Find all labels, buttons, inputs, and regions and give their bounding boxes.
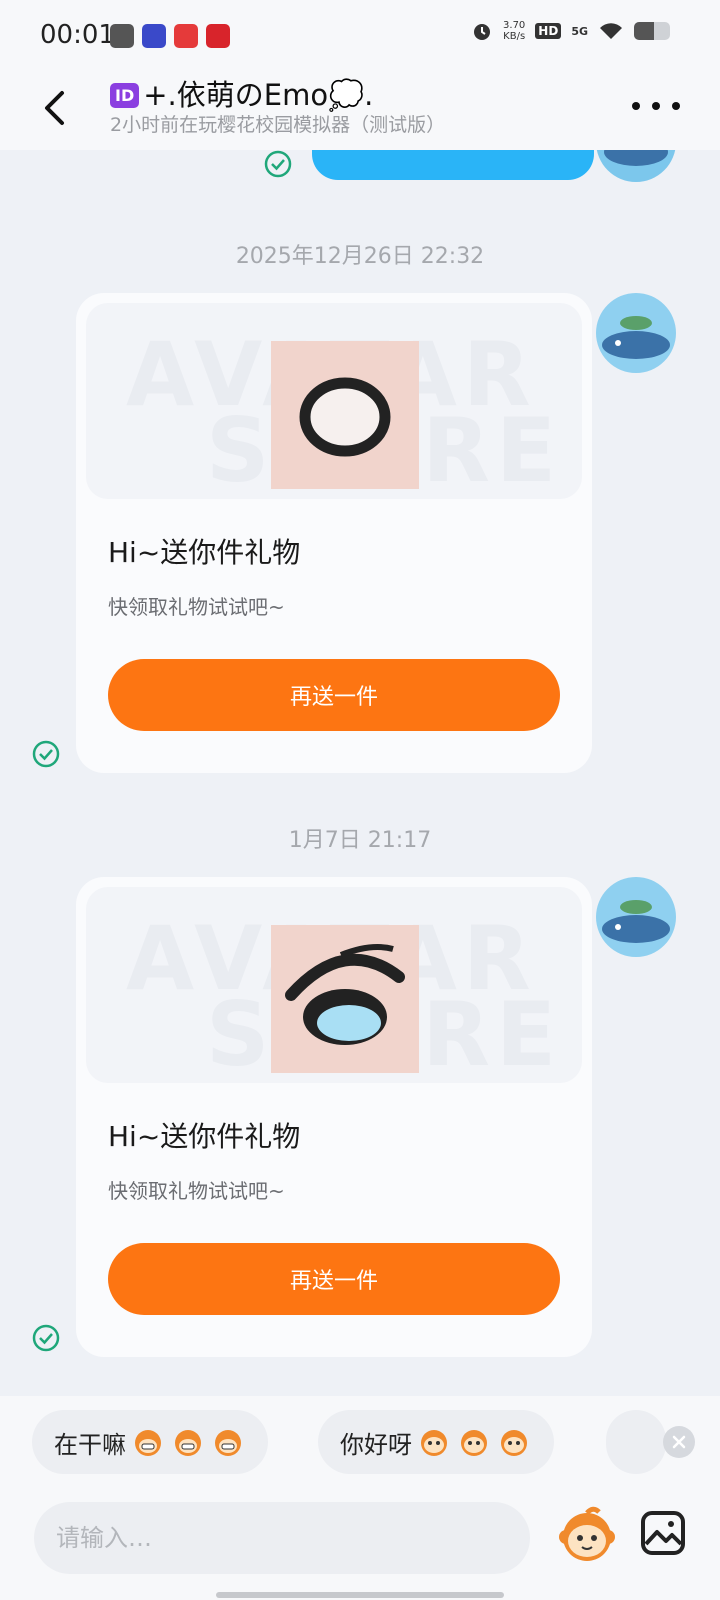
timestamp: 1月7日 21:17 [288,828,432,853]
alarm-icon [474,24,491,40]
gift-title: Hi~送你件礼物 [108,536,301,569]
quick-reply-text: 在干嘛 [54,1430,126,1459]
gift-banner: AVATAR STORE [86,303,582,499]
more-options-button[interactable] [632,96,680,116]
hd-badge: HD [535,23,562,39]
wifi-icon [600,23,622,39]
sent-check-icon [264,150,292,178]
eye-ring-icon [299,377,391,457]
app-notification-icon [174,24,198,48]
timestamp: 2025年12月26日 22:32 [235,244,485,269]
more-dot [652,102,660,110]
cute-monkey-icon [501,1430,527,1456]
app-notification-icon [206,24,230,48]
id-badge: ID [110,83,140,108]
image-button[interactable] [640,1510,686,1556]
home-indicator[interactable] [216,1592,504,1598]
avatar[interactable] [596,877,676,957]
status-time: 00:01 [40,20,115,50]
battery-level [634,22,654,40]
avatar[interactable] [596,293,676,373]
send-another-button[interactable]: 再送一件 [108,1243,560,1315]
image-icon [641,1511,685,1555]
whale-avatar-icon [596,877,676,957]
chat-area[interactable]: 2025年12月26日 22:32 AVATAR STORE Hi~送你件礼物 … [0,150,720,1370]
gift-description: 快领取礼物试试吧~ [108,1179,285,1203]
sent-check-icon [32,740,60,768]
anime-eye-icon [285,944,405,1045]
cute-monkey-icon [461,1430,487,1456]
close-icon [672,1435,686,1449]
grinning-monkey-icon [215,1430,241,1456]
emoji-group [130,1426,246,1458]
back-button[interactable] [32,80,76,136]
status-app-icons [110,24,230,48]
net-speed: 3.70 KB/s [503,20,525,42]
whale-avatar-icon [596,150,676,182]
net-speed-value: 3.70 [503,20,526,31]
monkey-emoji-icon [559,1506,615,1561]
grinning-monkey-icon [135,1430,161,1456]
send-another-button[interactable]: 再送一件 [108,659,560,731]
emoji-group [416,1426,532,1458]
sent-check-icon [32,1324,60,1352]
app-notification-icon [110,24,134,48]
quick-reply-chip[interactable]: 你好呀 [318,1410,554,1474]
avatar[interactable] [596,150,676,182]
quick-reply-text: 你好呀 [340,1430,412,1459]
message-bubble[interactable] [312,150,594,180]
gift-title: Hi~送你件礼物 [108,1120,301,1153]
whale-avatar-icon [596,293,676,373]
chat-header: ID +.依萌のEmo💭. 2小时前在玩樱花校园模拟器（测试版） [0,72,720,150]
input-bar [0,1496,720,1600]
gift-image [271,925,419,1073]
cute-monkey-icon [421,1430,447,1456]
emoji-button[interactable] [556,1504,618,1566]
gift-description: 快领取礼物试试吧~ [108,595,285,619]
gift-image [271,341,419,489]
chat-title-text: +.依萌のEmo💭. [143,78,374,112]
more-dot [632,102,640,110]
quick-reply-chip[interactable] [606,1410,666,1474]
message-input[interactable] [34,1502,530,1574]
close-quick-replies-button[interactable] [663,1426,695,1458]
gift-card[interactable]: AVATAR STORE Hi~送你件礼物 快领取礼物试试吧~ 再送一件 [76,877,592,1357]
status-bar: 00:01 3.70 KB/s HD 5G [0,0,720,72]
chat-title[interactable]: ID +.依萌のEmo💭. [110,72,373,114]
more-dot [672,102,680,110]
signal-label: 5G [571,24,588,38]
net-speed-unit: KB/s [503,31,526,42]
grinning-monkey-icon [175,1430,201,1456]
quick-reply-chip[interactable]: 在干嘛 [32,1410,268,1474]
gift-card[interactable]: AVATAR STORE Hi~送你件礼物 快领取礼物试试吧~ 再送一件 [76,293,592,773]
quick-reply-bar: 在干嘛 你好呀 [0,1396,720,1496]
status-indicators: 3.70 KB/s HD 5G [471,20,670,42]
chat-subtitle: 2小时前在玩樱花校园模拟器（测试版） [110,114,446,136]
app-notification-icon [142,24,166,48]
chevron-left-icon [45,91,64,125]
battery-icon [634,22,670,40]
gift-banner: AVATAR STORE [86,887,582,1083]
